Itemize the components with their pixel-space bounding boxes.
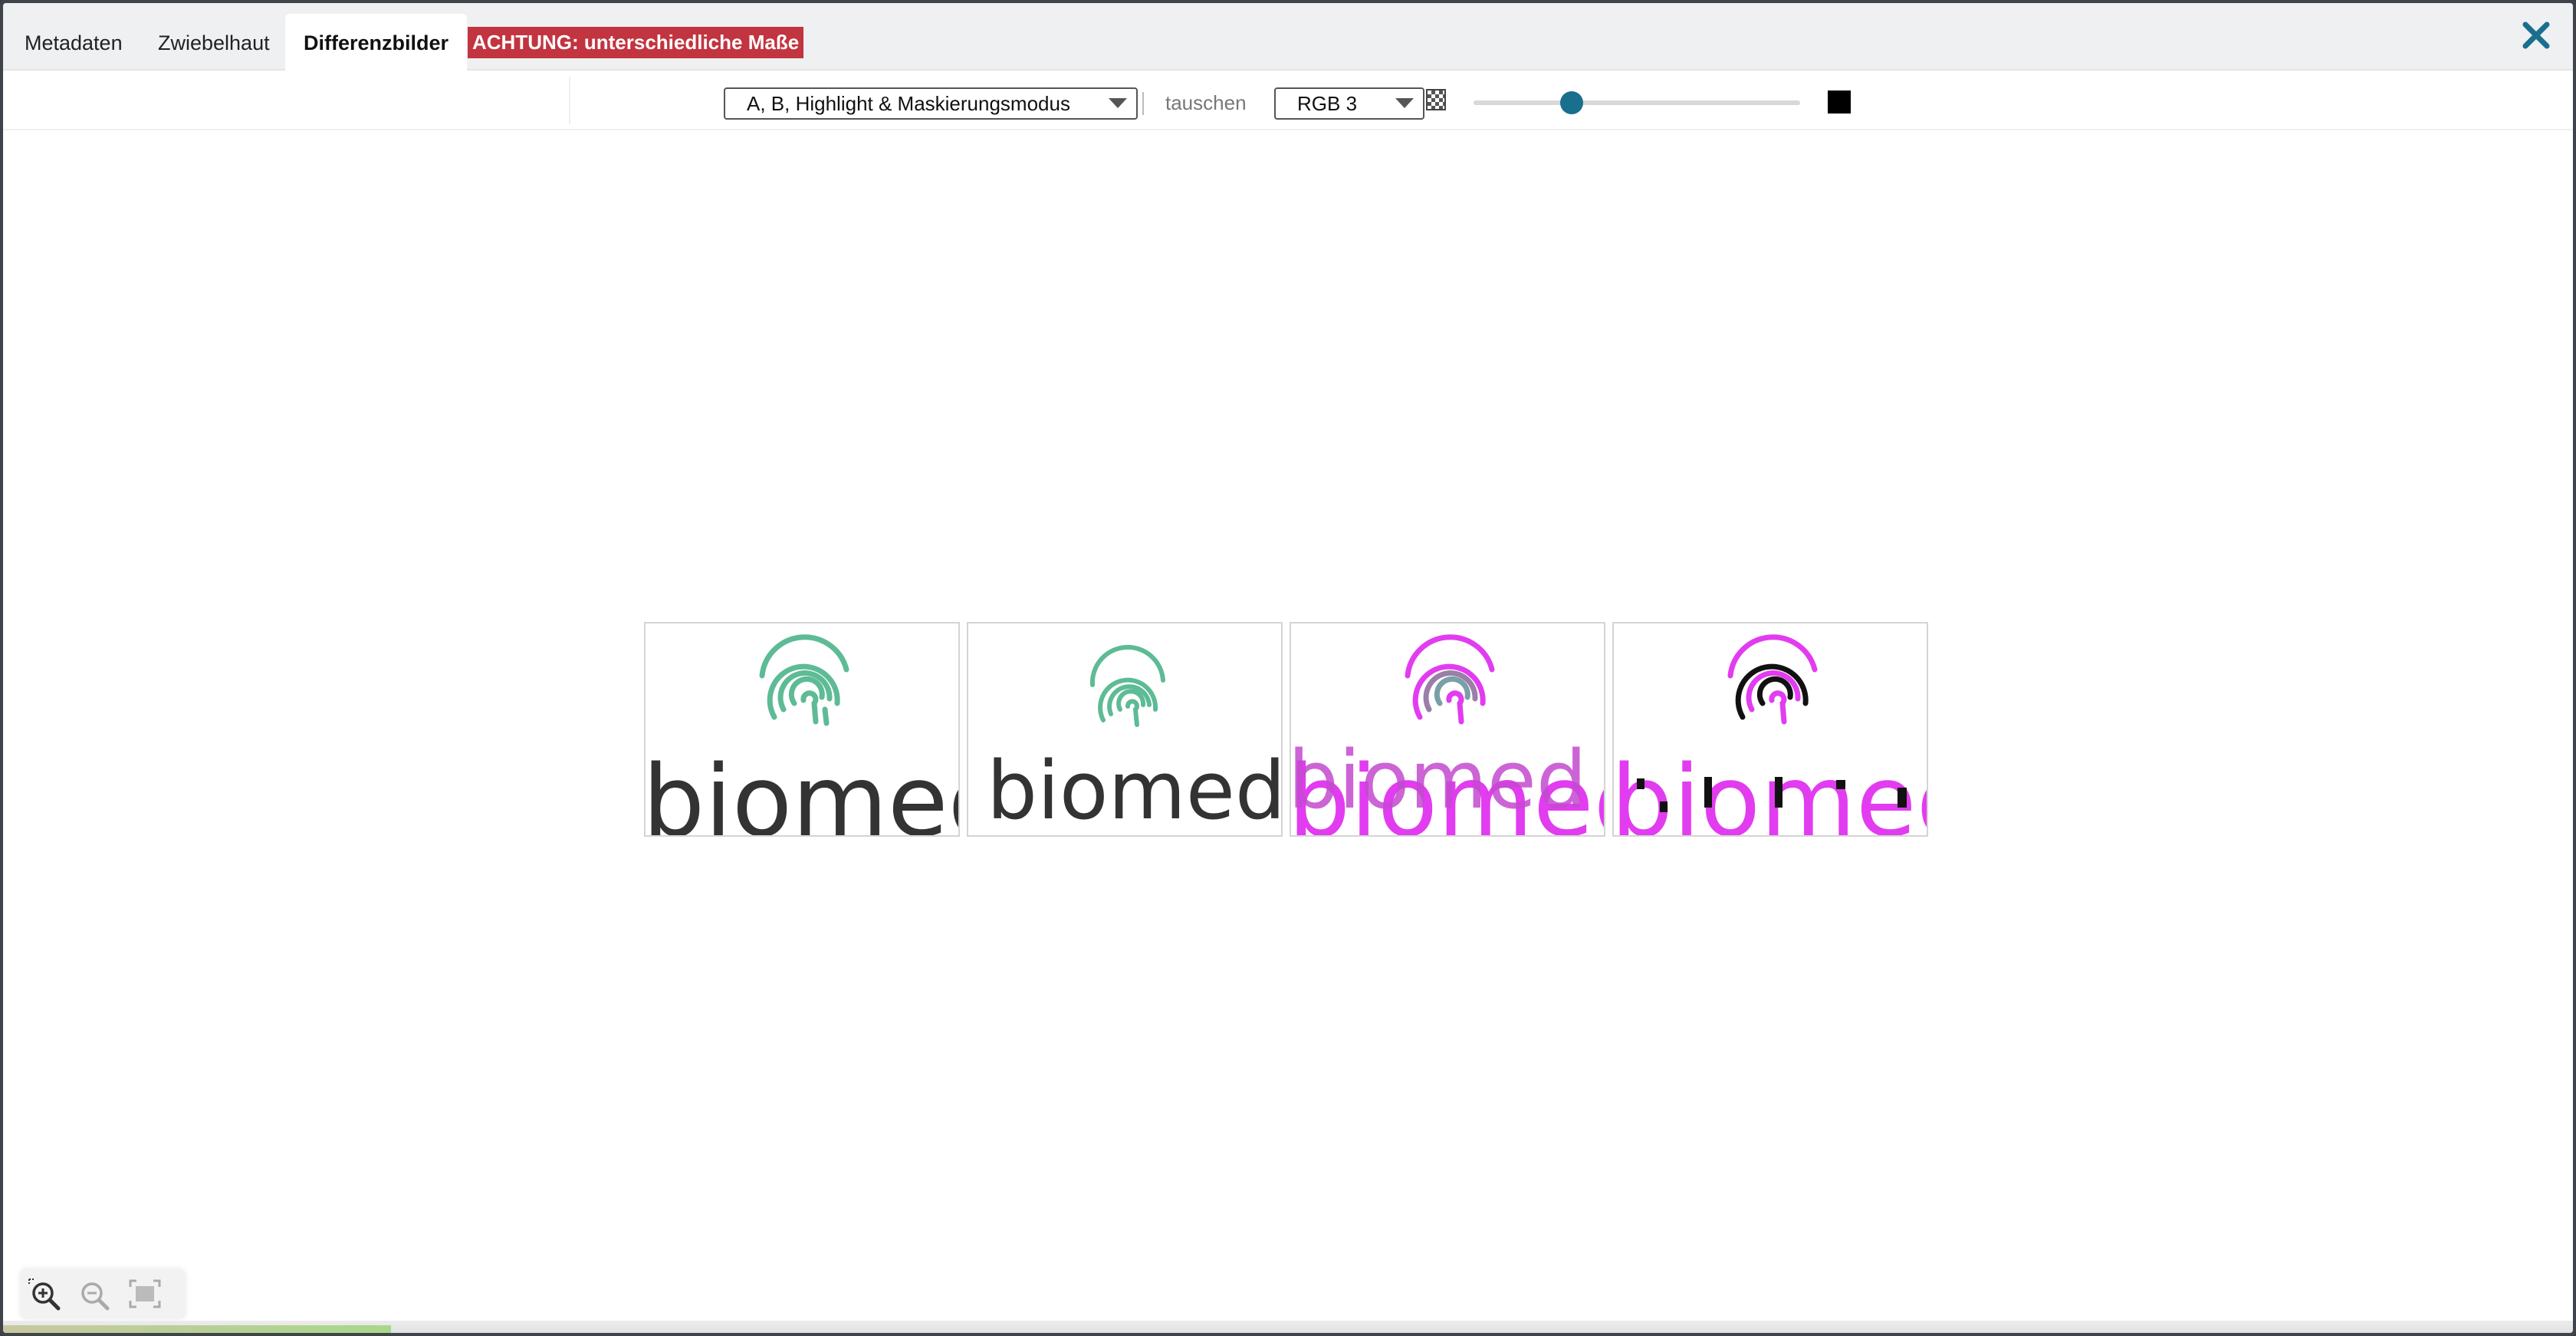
chevron-down-icon xyxy=(1109,98,1127,108)
image-a: biomed xyxy=(646,634,960,837)
image-highlight: biomed biomed xyxy=(1291,634,1604,835)
dimension-warning-badge: ACHTUNG: unterschiedliche Maße xyxy=(468,27,804,58)
fingerprint-icon xyxy=(759,634,849,726)
diff-mode-value: A, B, Highlight & Maskierungsmodus xyxy=(747,92,1070,115)
zoom-controls xyxy=(20,1269,186,1319)
close-icon[interactable] xyxy=(2518,17,2555,54)
image-panel-b: biomed xyxy=(967,622,1283,837)
fingerprint-icon xyxy=(1727,634,1818,725)
compare-dialog: Metadaten Zwiebelhaut Differenzbilder AC… xyxy=(0,0,2576,1336)
select-divider xyxy=(1142,92,1144,115)
image-panel-mask: biomed xyxy=(1612,622,1928,837)
transparency-checker-icon[interactable] xyxy=(1426,89,1446,110)
threshold-slider[interactable] xyxy=(1474,91,1800,114)
mask-color-swatch[interactable] xyxy=(1828,90,1851,114)
tab-bar: Metadaten Zwiebelhaut Differenzbilder AC… xyxy=(3,3,2573,72)
logo-text-b: biomed xyxy=(987,744,1283,837)
logo-text-highlight-shift: biomed xyxy=(1291,733,1587,827)
image-panel-a: biomed xyxy=(644,622,960,837)
logo-text-a: biomed xyxy=(646,745,960,837)
tab-onion-skin[interactable]: Zwiebelhaut xyxy=(140,14,288,72)
logo-text-mask: biomed xyxy=(1614,745,1928,837)
channel-select[interactable]: RGB 3 xyxy=(1274,87,1424,120)
fingerprint-icon xyxy=(1089,644,1165,727)
image-b: biomed xyxy=(987,644,1283,837)
channel-value: RGB 3 xyxy=(1297,92,1358,115)
progress-indicator xyxy=(3,1325,391,1333)
fit-screen-icon[interactable] xyxy=(126,1276,164,1311)
slider-thumb[interactable] xyxy=(1559,91,1583,114)
chevron-down-icon xyxy=(1395,98,1414,108)
tab-metadata[interactable]: Metadaten xyxy=(6,14,141,72)
tab-difference-images[interactable]: Differenzbilder xyxy=(285,14,468,72)
toolbar-divider xyxy=(569,77,570,124)
zoom-in-icon[interactable] xyxy=(26,1276,64,1311)
swap-button[interactable]: tauschen xyxy=(1165,89,1247,117)
fingerprint-icon xyxy=(1405,634,1495,725)
image-mask: biomed xyxy=(1614,634,1928,837)
diff-mode-select[interactable]: A, B, Highlight & Maskierungsmodus xyxy=(724,87,1144,120)
image-panel-highlight: biomed biomed xyxy=(1290,622,1605,837)
zoom-out-icon[interactable] xyxy=(75,1276,113,1311)
